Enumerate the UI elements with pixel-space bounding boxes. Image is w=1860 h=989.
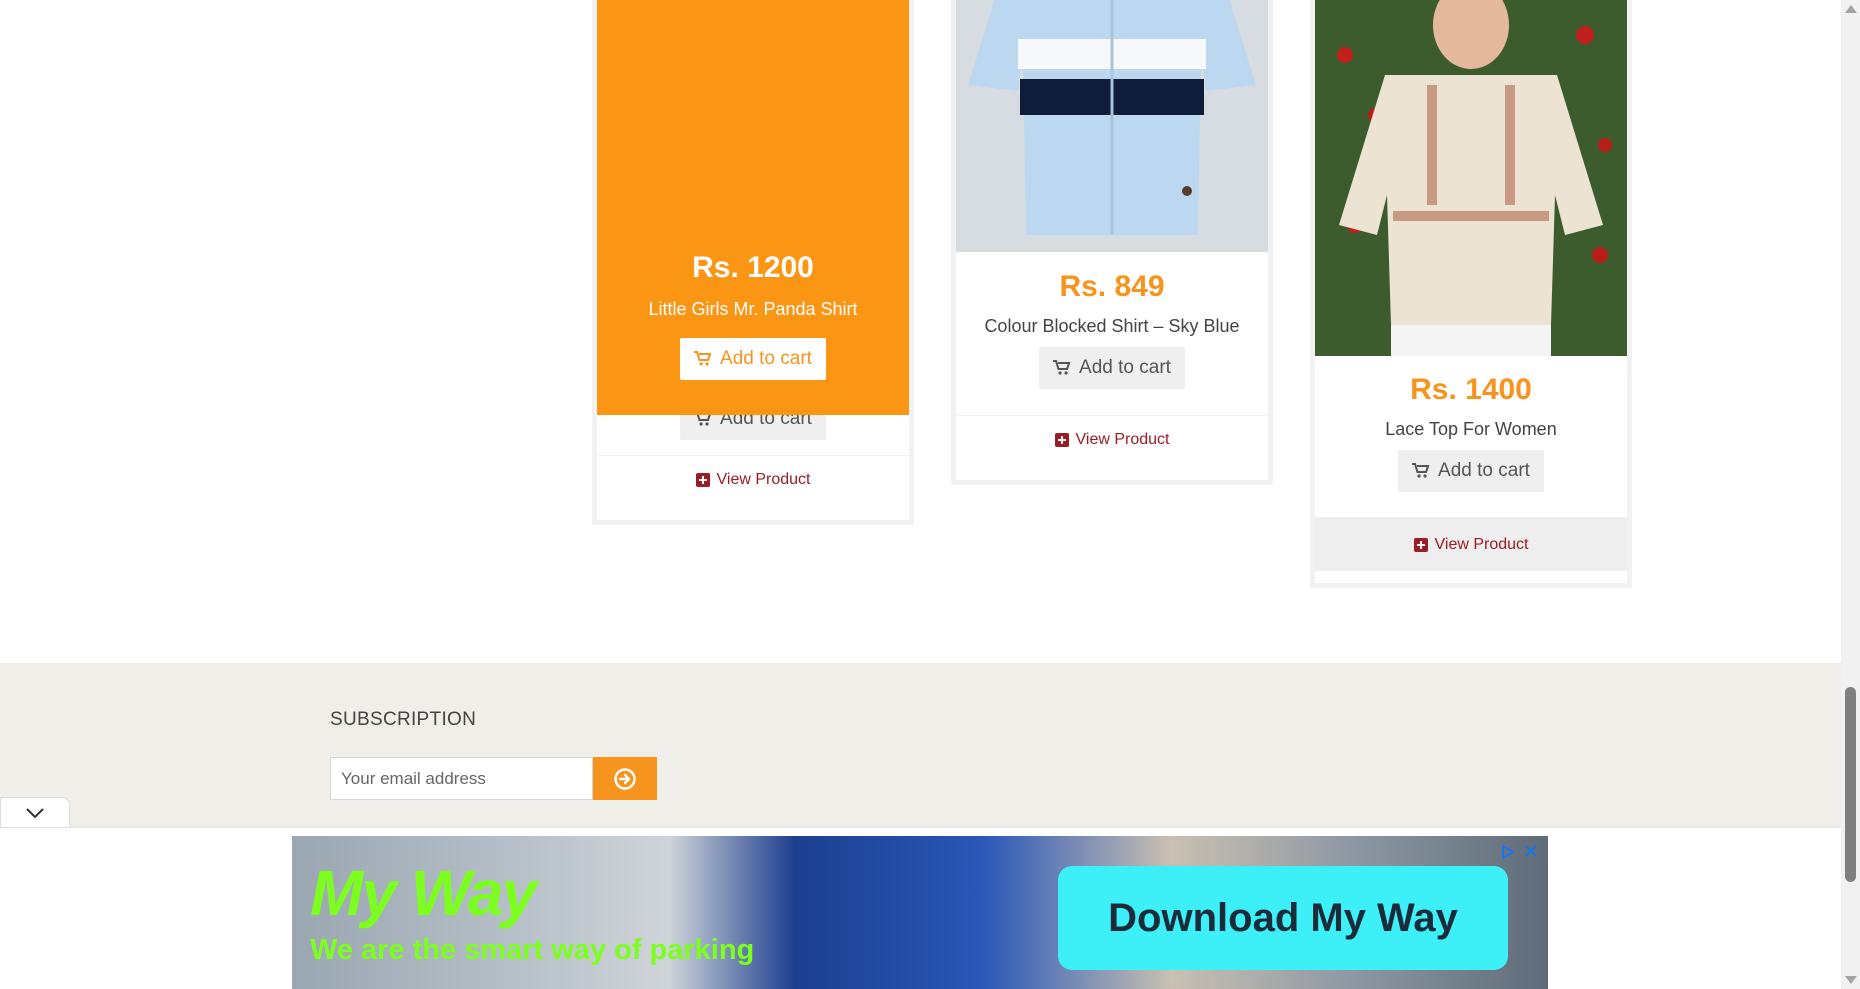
scroll-down-arrow-icon[interactable] [1845, 976, 1857, 984]
subscribe-button[interactable] [593, 757, 657, 800]
ad-collapse-tab[interactable] [0, 797, 70, 827]
view-product-label: View Product [1075, 431, 1170, 448]
ad-creative[interactable]: My Way We are the smart way of parking D… [292, 836, 1548, 989]
product-name[interactable]: Lace Top For Women [1315, 419, 1627, 440]
product-hover-overlay[interactable]: Rs. 1200 Little Girls Mr. Panda Shirt Ad… [597, 0, 909, 415]
view-product-link[interactable]: View Product [1315, 517, 1627, 571]
vertical-scrollbar[interactable] [1841, 0, 1860, 989]
view-product-label: View Product [716, 471, 811, 488]
product-image[interactable] [956, 0, 1268, 252]
subscription-footer: SUBSCRIPTION [0, 663, 1841, 835]
ad-choices [1500, 844, 1538, 865]
add-to-cart-label: Add to cart [1079, 357, 1171, 378]
arrow-circle-right-icon [614, 767, 636, 790]
view-product-label: View Product [1434, 535, 1529, 553]
add-to-cart-button[interactable]: Add to cart [1398, 450, 1544, 492]
scrollbar-thumb[interactable] [1845, 687, 1856, 882]
ad-banner: My Way We are the smart way of parking D… [0, 827, 1841, 989]
product-card[interactable]: Rs. 1200 Little Girls Mr. Panda Shirt Ad… [592, 0, 914, 525]
ad-logo: My Way [310, 857, 537, 929]
plus-square-icon [695, 473, 710, 487]
view-product-link[interactable]: View Product [597, 455, 909, 504]
ad-close-icon[interactable] [1524, 844, 1538, 865]
cart-icon [694, 351, 712, 366]
shirt-image [956, 0, 1268, 252]
subscription-title: SUBSCRIPTION [330, 709, 477, 730]
overlay-price: Rs. 1200 [692, 251, 814, 284]
plus-square-icon [1413, 537, 1428, 552]
ad-choices-icon[interactable] [1500, 844, 1516, 865]
email-input[interactable] [330, 757, 593, 800]
lace-top-image [1315, 0, 1627, 356]
overlay-add-to-cart-button[interactable]: Add to cart [680, 338, 826, 380]
product-card[interactable]: Rs. 849 Colour Blocked Shirt – Sky Blue … [951, 0, 1273, 485]
cart-icon [1053, 360, 1071, 375]
product-image[interactable] [1315, 0, 1627, 356]
ad-download-button[interactable]: Download My Way [1058, 866, 1508, 970]
add-to-cart-button[interactable]: Add to cart [1039, 347, 1185, 389]
view-product-link[interactable]: View Product [956, 415, 1268, 464]
page-viewport: Rs. 1200 Little Girls Mr. Panda Shirt Ad… [0, 0, 1841, 989]
product-price: Rs. 849 [1059, 270, 1165, 303]
add-to-cart-label: Add to cart [1438, 460, 1530, 481]
overlay-product-name[interactable]: Little Girls Mr. Panda Shirt [597, 299, 909, 320]
product-price: Rs. 1400 [1410, 373, 1532, 406]
scroll-up-arrow-icon[interactable] [1845, 5, 1857, 13]
product-card[interactable]: Rs. 1400 Lace Top For Women Add to cart … [1310, 0, 1632, 588]
overlay-add-to-cart-label: Add to cart [720, 348, 812, 369]
chevron-down-icon [26, 807, 44, 818]
plus-square-icon [1054, 433, 1069, 447]
product-name[interactable]: Colour Blocked Shirt – Sky Blue [956, 316, 1268, 337]
cart-icon [1412, 463, 1430, 478]
ad-tagline: We are the smart way of parking [310, 934, 755, 966]
